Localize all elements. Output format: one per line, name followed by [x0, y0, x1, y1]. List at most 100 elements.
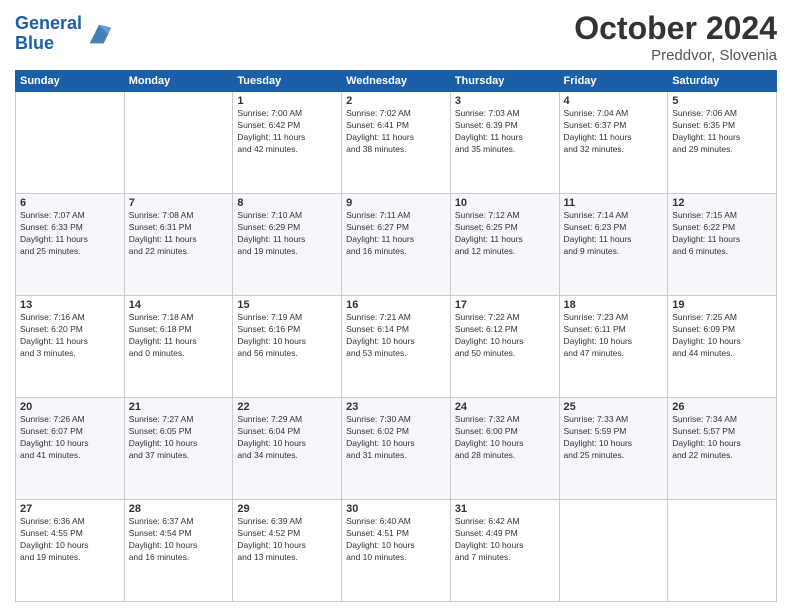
calendar-cell: 5Sunrise: 7:06 AM Sunset: 6:35 PM Daylig…	[668, 92, 777, 194]
day-number: 14	[129, 299, 229, 311]
calendar-cell: 17Sunrise: 7:22 AM Sunset: 6:12 PM Dayli…	[450, 296, 559, 398]
day-info: Sunrise: 7:22 AM Sunset: 6:12 PM Dayligh…	[455, 312, 555, 360]
page: GeneralBlue October 2024 Preddvor, Slove…	[0, 0, 792, 612]
day-info: Sunrise: 7:21 AM Sunset: 6:14 PM Dayligh…	[346, 312, 446, 360]
day-number: 24	[455, 401, 555, 413]
calendar-cell: 22Sunrise: 7:29 AM Sunset: 6:04 PM Dayli…	[233, 398, 342, 500]
calendar-cell: 27Sunrise: 6:36 AM Sunset: 4:55 PM Dayli…	[16, 500, 125, 602]
day-info: Sunrise: 7:06 AM Sunset: 6:35 PM Dayligh…	[672, 108, 772, 156]
calendar-cell: 6Sunrise: 7:07 AM Sunset: 6:33 PM Daylig…	[16, 194, 125, 296]
day-number: 12	[672, 197, 772, 209]
calendar-cell: 13Sunrise: 7:16 AM Sunset: 6:20 PM Dayli…	[16, 296, 125, 398]
day-number: 25	[564, 401, 664, 413]
day-info: Sunrise: 7:02 AM Sunset: 6:41 PM Dayligh…	[346, 108, 446, 156]
day-number: 28	[129, 503, 229, 515]
day-info: Sunrise: 7:25 AM Sunset: 6:09 PM Dayligh…	[672, 312, 772, 360]
calendar-cell: 15Sunrise: 7:19 AM Sunset: 6:16 PM Dayli…	[233, 296, 342, 398]
calendar-cell: 28Sunrise: 6:37 AM Sunset: 4:54 PM Dayli…	[124, 500, 233, 602]
weekday-header: Thursday	[450, 71, 559, 92]
calendar-cell: 24Sunrise: 7:32 AM Sunset: 6:00 PM Dayli…	[450, 398, 559, 500]
day-number: 4	[564, 95, 664, 107]
weekday-header-row: SundayMondayTuesdayWednesdayThursdayFrid…	[16, 71, 777, 92]
calendar-cell: 18Sunrise: 7:23 AM Sunset: 6:11 PM Dayli…	[559, 296, 668, 398]
header: GeneralBlue October 2024 Preddvor, Slove…	[15, 10, 777, 64]
calendar-cell: 7Sunrise: 7:08 AM Sunset: 6:31 PM Daylig…	[124, 194, 233, 296]
day-info: Sunrise: 7:15 AM Sunset: 6:22 PM Dayligh…	[672, 210, 772, 258]
calendar-cell: 14Sunrise: 7:18 AM Sunset: 6:18 PM Dayli…	[124, 296, 233, 398]
day-info: Sunrise: 7:26 AM Sunset: 6:07 PM Dayligh…	[20, 414, 120, 462]
calendar-cell: 4Sunrise: 7:04 AM Sunset: 6:37 PM Daylig…	[559, 92, 668, 194]
day-info: Sunrise: 7:18 AM Sunset: 6:18 PM Dayligh…	[129, 312, 229, 360]
day-info: Sunrise: 6:36 AM Sunset: 4:55 PM Dayligh…	[20, 516, 120, 564]
day-info: Sunrise: 7:03 AM Sunset: 6:39 PM Dayligh…	[455, 108, 555, 156]
day-number: 27	[20, 503, 120, 515]
day-info: Sunrise: 7:23 AM Sunset: 6:11 PM Dayligh…	[564, 312, 664, 360]
title-block: October 2024 Preddvor, Slovenia	[574, 10, 777, 64]
calendar-cell: 26Sunrise: 7:34 AM Sunset: 5:57 PM Dayli…	[668, 398, 777, 500]
weekday-header: Monday	[124, 71, 233, 92]
calendar-cell: 23Sunrise: 7:30 AM Sunset: 6:02 PM Dayli…	[342, 398, 451, 500]
day-info: Sunrise: 7:11 AM Sunset: 6:27 PM Dayligh…	[346, 210, 446, 258]
month-title: October 2024	[574, 10, 777, 47]
day-number: 6	[20, 197, 120, 209]
day-info: Sunrise: 7:16 AM Sunset: 6:20 PM Dayligh…	[20, 312, 120, 360]
calendar-cell	[124, 92, 233, 194]
day-number: 18	[564, 299, 664, 311]
day-number: 11	[564, 197, 664, 209]
day-number: 1	[237, 95, 337, 107]
day-number: 10	[455, 197, 555, 209]
calendar-cell: 10Sunrise: 7:12 AM Sunset: 6:25 PM Dayli…	[450, 194, 559, 296]
day-number: 22	[237, 401, 337, 413]
calendar-cell	[16, 92, 125, 194]
weekday-header: Saturday	[668, 71, 777, 92]
day-info: Sunrise: 7:07 AM Sunset: 6:33 PM Dayligh…	[20, 210, 120, 258]
day-number: 8	[237, 197, 337, 209]
calendar-week-row: 27Sunrise: 6:36 AM Sunset: 4:55 PM Dayli…	[16, 500, 777, 602]
day-number: 7	[129, 197, 229, 209]
calendar-week-row: 13Sunrise: 7:16 AM Sunset: 6:20 PM Dayli…	[16, 296, 777, 398]
day-number: 2	[346, 95, 446, 107]
day-info: Sunrise: 6:42 AM Sunset: 4:49 PM Dayligh…	[455, 516, 555, 564]
day-info: Sunrise: 7:12 AM Sunset: 6:25 PM Dayligh…	[455, 210, 555, 258]
calendar-cell: 1Sunrise: 7:00 AM Sunset: 6:42 PM Daylig…	[233, 92, 342, 194]
day-number: 26	[672, 401, 772, 413]
logo: GeneralBlue	[15, 14, 113, 54]
weekday-header: Wednesday	[342, 71, 451, 92]
calendar-cell: 29Sunrise: 6:39 AM Sunset: 4:52 PM Dayli…	[233, 500, 342, 602]
logo-text: GeneralBlue	[15, 14, 82, 54]
day-info: Sunrise: 7:27 AM Sunset: 6:05 PM Dayligh…	[129, 414, 229, 462]
calendar-cell: 30Sunrise: 6:40 AM Sunset: 4:51 PM Dayli…	[342, 500, 451, 602]
day-info: Sunrise: 7:04 AM Sunset: 6:37 PM Dayligh…	[564, 108, 664, 156]
calendar-cell: 20Sunrise: 7:26 AM Sunset: 6:07 PM Dayli…	[16, 398, 125, 500]
day-info: Sunrise: 7:00 AM Sunset: 6:42 PM Dayligh…	[237, 108, 337, 156]
calendar-cell	[668, 500, 777, 602]
calendar-cell: 11Sunrise: 7:14 AM Sunset: 6:23 PM Dayli…	[559, 194, 668, 296]
calendar-cell	[559, 500, 668, 602]
calendar-cell: 16Sunrise: 7:21 AM Sunset: 6:14 PM Dayli…	[342, 296, 451, 398]
calendar-cell: 12Sunrise: 7:15 AM Sunset: 6:22 PM Dayli…	[668, 194, 777, 296]
day-number: 30	[346, 503, 446, 515]
calendar-week-row: 6Sunrise: 7:07 AM Sunset: 6:33 PM Daylig…	[16, 194, 777, 296]
day-info: Sunrise: 6:37 AM Sunset: 4:54 PM Dayligh…	[129, 516, 229, 564]
day-number: 31	[455, 503, 555, 515]
calendar-week-row: 20Sunrise: 7:26 AM Sunset: 6:07 PM Dayli…	[16, 398, 777, 500]
logo-icon	[85, 20, 113, 48]
day-number: 17	[455, 299, 555, 311]
calendar-cell: 8Sunrise: 7:10 AM Sunset: 6:29 PM Daylig…	[233, 194, 342, 296]
day-number: 9	[346, 197, 446, 209]
day-number: 3	[455, 95, 555, 107]
calendar-cell: 31Sunrise: 6:42 AM Sunset: 4:49 PM Dayli…	[450, 500, 559, 602]
day-info: Sunrise: 7:29 AM Sunset: 6:04 PM Dayligh…	[237, 414, 337, 462]
day-info: Sunrise: 7:33 AM Sunset: 5:59 PM Dayligh…	[564, 414, 664, 462]
calendar-table: SundayMondayTuesdayWednesdayThursdayFrid…	[15, 70, 777, 602]
day-info: Sunrise: 6:39 AM Sunset: 4:52 PM Dayligh…	[237, 516, 337, 564]
weekday-header: Tuesday	[233, 71, 342, 92]
calendar-week-row: 1Sunrise: 7:00 AM Sunset: 6:42 PM Daylig…	[16, 92, 777, 194]
day-info: Sunrise: 7:19 AM Sunset: 6:16 PM Dayligh…	[237, 312, 337, 360]
weekday-header: Sunday	[16, 71, 125, 92]
day-number: 19	[672, 299, 772, 311]
location: Preddvor, Slovenia	[574, 47, 777, 64]
day-info: Sunrise: 7:34 AM Sunset: 5:57 PM Dayligh…	[672, 414, 772, 462]
day-number: 29	[237, 503, 337, 515]
calendar-cell: 9Sunrise: 7:11 AM Sunset: 6:27 PM Daylig…	[342, 194, 451, 296]
